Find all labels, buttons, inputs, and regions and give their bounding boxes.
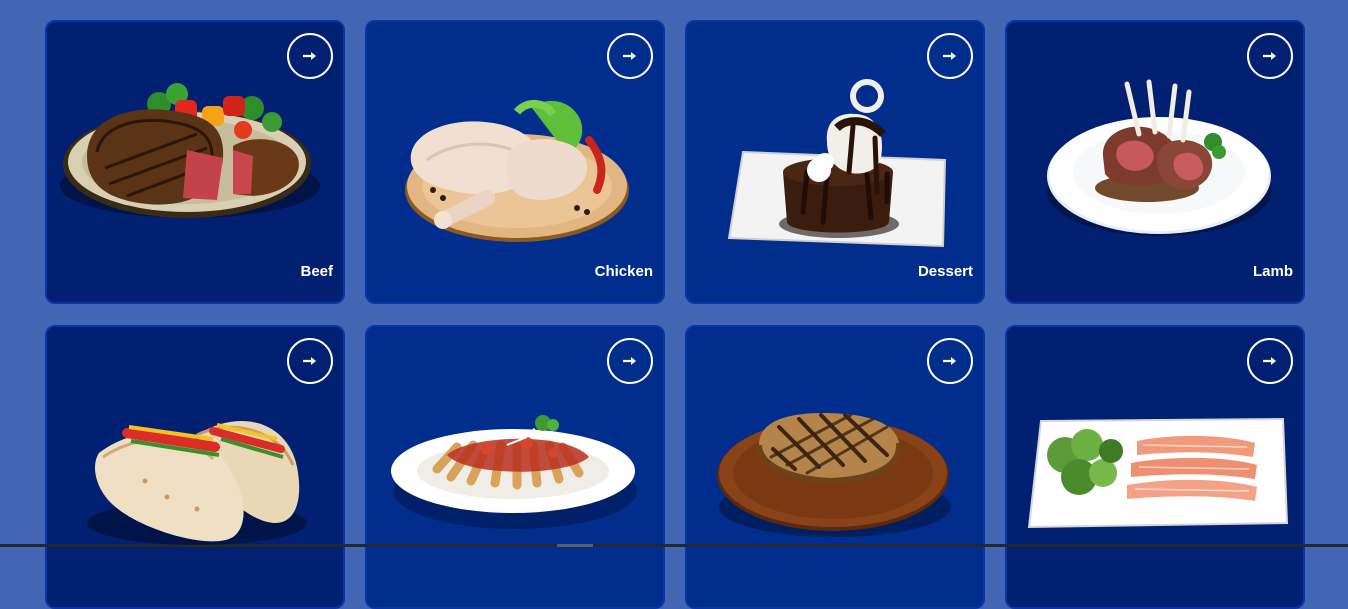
arrow-right-icon[interactable] bbox=[1247, 33, 1293, 79]
arrow-right-icon[interactable] bbox=[287, 338, 333, 384]
category-label: Dessert bbox=[917, 263, 973, 280]
category-card-seafood[interactable] bbox=[1005, 325, 1305, 609]
category-card-dessert[interactable]: Dessert bbox=[685, 20, 985, 304]
category-card-lamb[interactable]: Lamb bbox=[1005, 20, 1305, 304]
arrow-right-icon[interactable] bbox=[927, 338, 973, 384]
category-card-pasta[interactable] bbox=[365, 325, 665, 609]
category-card-beef[interactable]: Beef bbox=[45, 20, 345, 304]
category-label: Lamb bbox=[1252, 263, 1293, 280]
arrow-right-icon[interactable] bbox=[607, 338, 653, 384]
category-card-chicken[interactable]: Chicken bbox=[365, 20, 665, 304]
category-label: Beef bbox=[300, 263, 333, 280]
arrow-right-icon[interactable] bbox=[927, 33, 973, 79]
category-grid: Beef Chicken Dessert Lamb bbox=[45, 20, 1305, 609]
category-card-pork[interactable] bbox=[685, 325, 985, 609]
category-card-tacos[interactable] bbox=[45, 325, 345, 609]
category-label: Chicken bbox=[594, 263, 653, 280]
arrow-right-icon[interactable] bbox=[287, 33, 333, 79]
arrow-right-icon[interactable] bbox=[607, 33, 653, 79]
arrow-right-icon[interactable] bbox=[1247, 338, 1293, 384]
